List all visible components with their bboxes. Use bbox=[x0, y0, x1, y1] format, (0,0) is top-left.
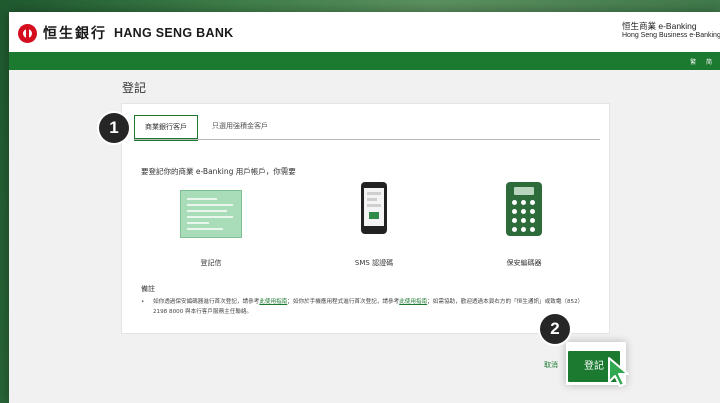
bullet: • bbox=[141, 299, 145, 305]
language-switch[interactable]: 繁 简 bbox=[690, 57, 716, 66]
note-text: 如你透過保安編碼器進行首次登記，請參考 bbox=[153, 299, 260, 305]
tab-commercial-banking[interactable]: 商業銀行客戶 bbox=[134, 115, 198, 141]
note-text: ；如你於手機應用程式進行首次登記，請參考 bbox=[287, 299, 400, 305]
hang-seng-logo-icon bbox=[18, 23, 37, 43]
option-sms-code: SMS 認證碼 bbox=[332, 182, 416, 272]
hang-seng-logo[interactable]: 恒生銀行 HANG SENG BANK bbox=[18, 22, 233, 44]
product-name-chinese: 恒生商業 e-Banking bbox=[622, 21, 697, 31]
option-security-device: 保安編碼器 bbox=[484, 182, 564, 272]
product-name: 恒生商業 e-Banking Hong Seng Business e-Bank… bbox=[622, 21, 720, 40]
product-name-english: Hong Seng Business e-Banking bbox=[622, 32, 720, 39]
step-badge-1: 1 bbox=[99, 113, 129, 143]
top-nav-bar: 繁 简 bbox=[9, 52, 720, 70]
guide-link-app[interactable]: 此使用指南 bbox=[399, 299, 427, 305]
requirements-intro: 要登記你的商業 e-Banking 用戶帳戶，你需要 bbox=[141, 167, 296, 176]
logo-english-name: HANG SENG BANK bbox=[114, 26, 234, 40]
registration-letter-icon bbox=[180, 190, 242, 238]
registration-panel: 商業銀行客戶 只選用強積金客戶 要登記你的商業 e-Banking 用戶帳戶，你… bbox=[121, 103, 610, 334]
guide-link-token[interactable]: 此使用指南 bbox=[259, 299, 287, 305]
step-badge-2: 2 bbox=[540, 314, 570, 344]
option-label: 登記信 bbox=[200, 259, 222, 267]
tab-mpf-only[interactable]: 只選用強積金客戶 bbox=[202, 115, 278, 137]
page-title: 登記 bbox=[122, 81, 147, 95]
mouse-pointer-icon bbox=[608, 357, 629, 387]
note-item: 如你透過保安編碼器進行首次登記，請參考此使用指南；如你於手機應用程式進行首次登記… bbox=[153, 297, 595, 317]
browser-page: 恒生銀行 HANG SENG BANK 恒生商業 e-Banking Hong … bbox=[9, 12, 720, 403]
option-label: SMS 認證碼 bbox=[354, 259, 394, 267]
mobile-phone-icon bbox=[361, 182, 387, 234]
option-registration-letter: 登記信 bbox=[180, 182, 242, 272]
logo-chinese-name: 恒生銀行 bbox=[43, 26, 107, 42]
security-token-icon bbox=[506, 182, 542, 236]
notes-title: 備註 bbox=[141, 285, 155, 293]
tab-divider bbox=[134, 139, 600, 140]
cancel-link[interactable]: 取消 bbox=[544, 360, 558, 370]
option-label: 保安編碼器 bbox=[506, 259, 542, 267]
site-header: 恒生銀行 HANG SENG BANK 恒生商業 e-Banking Hong … bbox=[9, 12, 720, 52]
